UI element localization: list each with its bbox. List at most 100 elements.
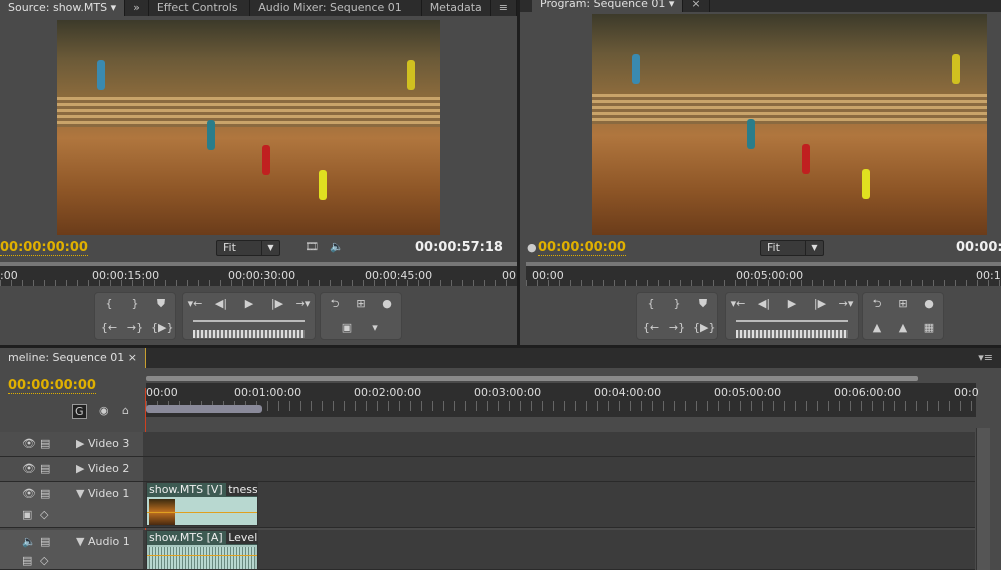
track-name: Video 2: [88, 462, 130, 475]
waveform-display-icon[interactable]: ▤: [22, 554, 32, 567]
tab-timeline[interactable]: meline: Sequence 01 ×: [0, 348, 147, 368]
shuttle-slider[interactable]: [736, 320, 848, 322]
play-icon[interactable]: ▶: [782, 295, 802, 313]
collapse-icon[interactable]: ▼: [76, 535, 84, 548]
loop-icon[interactable]: ⮌: [325, 295, 345, 313]
go-to-in-icon[interactable]: {←: [99, 319, 119, 337]
add-marker-icon[interactable]: ◉: [99, 404, 109, 417]
sync-lock-icon[interactable]: ▤: [40, 437, 50, 450]
set-encore-marker-icon[interactable]: ⌂: [122, 404, 129, 417]
sync-lock-icon[interactable]: ▤: [40, 487, 50, 500]
ruler-label: 00:00: [146, 386, 178, 399]
panel-menu-icon[interactable]: ▾≡: [970, 348, 1001, 368]
snap-icon[interactable]: G: [72, 404, 87, 419]
set-out-icon[interactable]: }: [125, 295, 145, 313]
tab-program[interactable]: Program: Sequence 01 ▾: [532, 0, 684, 12]
source-video-frame: [57, 20, 440, 235]
tab-metadata[interactable]: Metadata: [422, 0, 491, 16]
step-forward-icon[interactable]: |▶: [267, 295, 287, 313]
program-timecode-current[interactable]: 00:00:00:00: [538, 240, 626, 256]
expand-icon[interactable]: ▶: [76, 462, 84, 475]
go-to-out-icon[interactable]: →}: [125, 319, 145, 337]
playback-controls: ▾← ◀| ▶ |▶ →▾: [725, 292, 859, 340]
eye-icon[interactable]: 👁: [22, 487, 36, 500]
marker-icon[interactable]: ⛊: [151, 295, 171, 313]
overflow-icon[interactable]: »: [125, 0, 149, 16]
panel-menu-icon[interactable]: ≡: [491, 0, 517, 16]
keyframe-icon[interactable]: ◇: [40, 554, 48, 567]
output-icon[interactable]: ●: [377, 295, 397, 313]
trim-icon[interactable]: ▦: [919, 319, 939, 337]
timeline-time-ruler[interactable]: 00:00 00:01:00:00 00:02:00:00 00:03:00:0…: [146, 383, 979, 417]
sync-lock-icon[interactable]: ▤: [40, 462, 50, 475]
audio-waveform: [149, 547, 255, 569]
expand-icon[interactable]: ▶: [76, 437, 84, 450]
extract-icon[interactable]: ▲: [893, 319, 913, 337]
loop-icon[interactable]: ⮌: [867, 295, 887, 313]
play-in-out-icon[interactable]: {▶}: [693, 319, 715, 337]
source-duration: 00:00:57:18: [415, 240, 503, 255]
step-back-icon[interactable]: ◀|: [754, 295, 774, 313]
eye-icon[interactable]: 👁: [22, 437, 36, 450]
source-zoom-select[interactable]: Fit ▼: [216, 240, 280, 256]
set-out-icon[interactable]: }: [667, 295, 687, 313]
program-monitor-panel: Program: Sequence 01 ▾ × ● 00:00:00:00 F…: [520, 0, 1001, 345]
keyframe-icon[interactable]: ◇: [40, 508, 48, 521]
go-to-out-icon[interactable]: →}: [667, 319, 687, 337]
previous-marker-icon[interactable]: ▾←: [185, 295, 205, 313]
speaker-icon[interactable]: 🔈: [22, 535, 36, 548]
close-icon[interactable]: ×: [683, 0, 710, 12]
tab-label: Source: show.MTS: [8, 1, 108, 14]
clip-effect-select[interactable]: Level: [226, 531, 257, 544]
step-forward-icon[interactable]: |▶: [810, 295, 830, 313]
collapse-icon[interactable]: ▼: [76, 487, 84, 500]
tab-source[interactable]: Source: show.MTS ▾: [0, 0, 126, 16]
sync-lock-icon[interactable]: ▤: [40, 535, 50, 548]
audio-clip[interactable]: show.MTS [A] Level ▾: [146, 530, 258, 570]
jog-disk[interactable]: [736, 330, 848, 338]
tab-effect-controls[interactable]: Effect Controls: [149, 0, 251, 16]
tab-audio-mixer[interactable]: Audio Mixer: Sequence 01: [250, 0, 422, 16]
close-icon[interactable]: ×: [128, 351, 137, 364]
timeline-timecode[interactable]: 00:00:00:00: [8, 378, 96, 394]
set-in-icon[interactable]: {: [99, 295, 119, 313]
program-zoom-select[interactable]: Fit ▼: [760, 240, 824, 256]
chevron-down-icon[interactable]: ▾: [111, 1, 117, 14]
jog-disk[interactable]: [193, 330, 305, 338]
zoom-scroll-bar[interactable]: [146, 405, 262, 413]
set-in-icon[interactable]: {: [641, 295, 661, 313]
go-to-in-icon[interactable]: {←: [641, 319, 661, 337]
opacity-line[interactable]: [147, 512, 257, 513]
next-marker-icon[interactable]: →▾: [293, 295, 313, 313]
track-name: Video 1: [88, 487, 130, 500]
timeline-panel: meline: Sequence 01 × ▾≡ 00:00:00:00 G ◉…: [0, 348, 1001, 570]
speaker-icon[interactable]: 🔈: [330, 240, 344, 253]
program-time-ruler[interactable]: 00:00 00:05:00:00 00:10: [526, 262, 1001, 286]
volume-line[interactable]: [147, 555, 257, 556]
overlay-icon[interactable]: ▾: [365, 319, 385, 337]
display-style-icon[interactable]: ▣: [22, 508, 32, 521]
insert-overlay-controls: ⮌ ⊞ ● ▣ ▾: [320, 292, 402, 340]
source-timecode-current[interactable]: 00:00:00:00: [0, 240, 88, 256]
eye-icon[interactable]: 👁: [22, 462, 36, 475]
lift-icon[interactable]: ▲: [867, 319, 887, 337]
step-back-icon[interactable]: ◀|: [211, 295, 231, 313]
insert-icon[interactable]: ▣: [337, 319, 357, 337]
source-time-ruler[interactable]: :00 00:00:15:00 00:00:30:00 00:00:45:00 …: [0, 262, 517, 286]
clip-effect-select[interactable]: tness: [226, 483, 257, 496]
work-area-bar[interactable]: [146, 376, 918, 381]
next-edit-icon[interactable]: →▾: [836, 295, 856, 313]
shuttle-slider[interactable]: [193, 320, 305, 322]
film-strip-icon[interactable]: 🎞: [305, 240, 319, 253]
play-in-out-icon[interactable]: {▶}: [151, 319, 173, 337]
vertical-scrollbar[interactable]: [976, 428, 990, 570]
previous-edit-icon[interactable]: ▾←: [728, 295, 748, 313]
output-icon[interactable]: ●: [919, 295, 939, 313]
fit-label: Fit: [223, 241, 236, 254]
marker-icon[interactable]: ⛊: [693, 295, 713, 313]
play-icon[interactable]: ▶: [239, 295, 259, 313]
chevron-down-icon: ▼: [261, 241, 279, 255]
safe-margins-icon[interactable]: ⊞: [351, 295, 371, 313]
safe-margins-icon[interactable]: ⊞: [893, 295, 913, 313]
video-clip[interactable]: show.MTS [V] tness ▾: [146, 482, 258, 526]
